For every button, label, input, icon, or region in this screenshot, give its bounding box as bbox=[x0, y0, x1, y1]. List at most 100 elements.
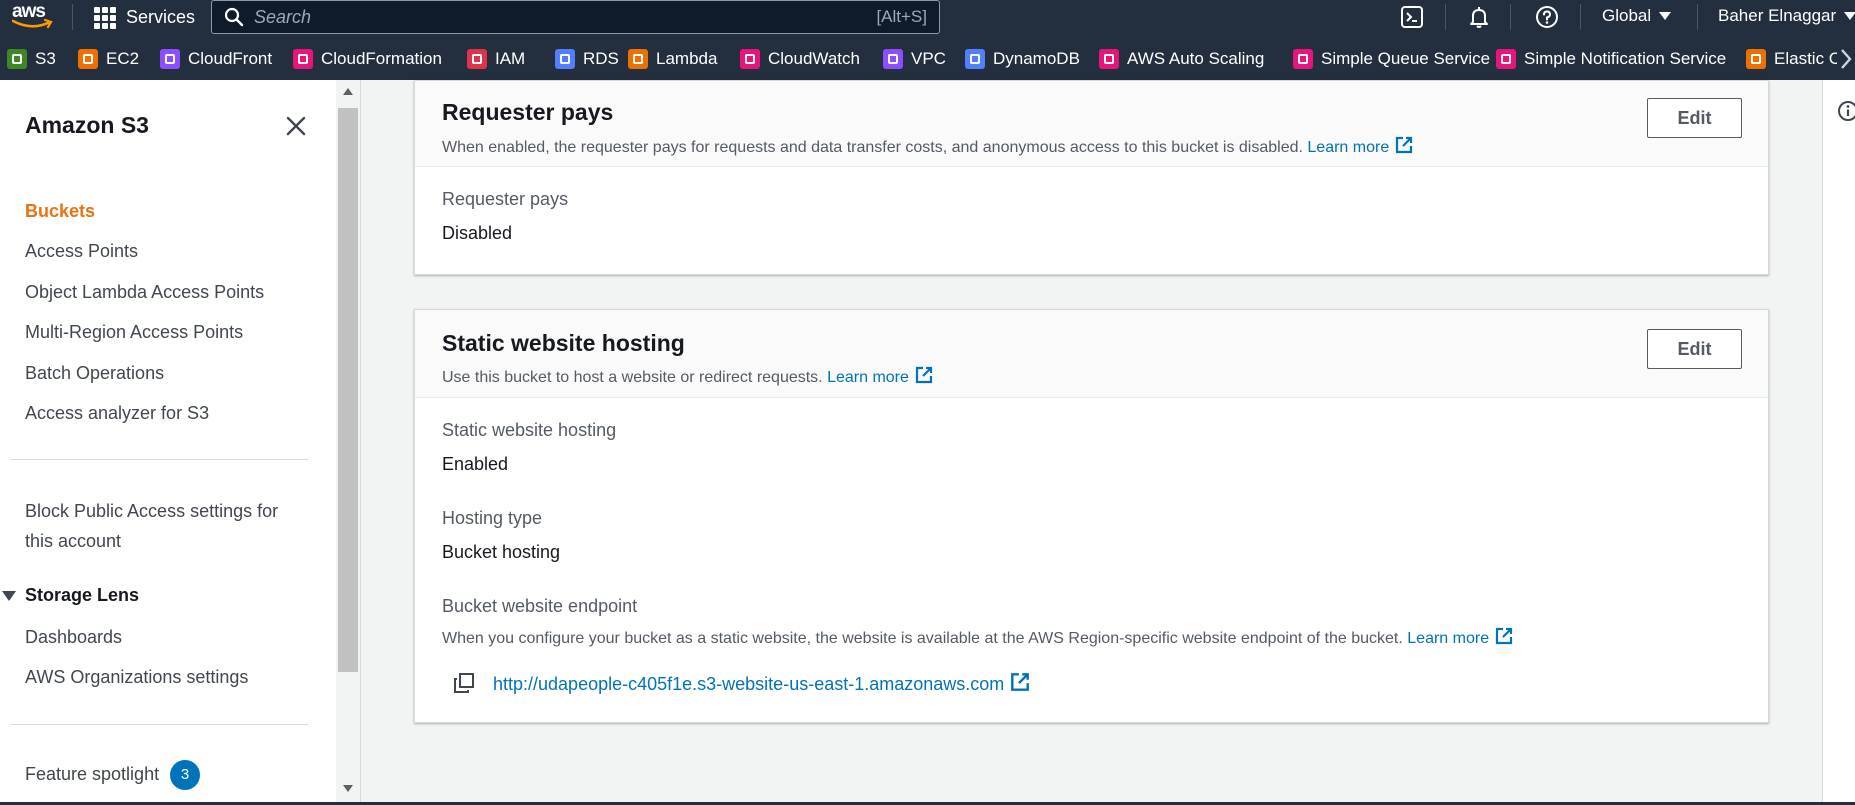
nav-divider bbox=[1445, 4, 1446, 30]
edit-requester-pays-button[interactable]: Edit bbox=[1647, 98, 1742, 138]
static-hosting-description: Use this bucket to host a website or red… bbox=[442, 365, 934, 387]
nav-divider bbox=[72, 4, 73, 30]
sidenav-item-block-public-access[interactable]: Block Public Access settings for this ac… bbox=[25, 496, 285, 556]
learn-more-link[interactable]: Learn more bbox=[1407, 627, 1514, 647]
sidenav-item-access-analyzer[interactable]: Access analyzer for S3 bbox=[25, 402, 209, 424]
favorite-lambda[interactable]: Lambda bbox=[628, 48, 717, 70]
autoscaling-icon bbox=[1099, 49, 1119, 69]
learn-more-link[interactable]: Learn more bbox=[827, 366, 934, 386]
favorite-cloudformation[interactable]: CloudFormation bbox=[293, 48, 442, 70]
favorite-label: RDS bbox=[583, 49, 619, 68]
vpc-icon bbox=[883, 49, 903, 69]
favorite-ec2[interactable]: EC2 bbox=[78, 48, 139, 70]
static-hosting-title: Static website hosting bbox=[442, 330, 685, 356]
favorite-label: Elastic C bbox=[1774, 49, 1842, 68]
services-grid-icon bbox=[94, 6, 116, 29]
notifications-bell-icon[interactable] bbox=[1465, 3, 1493, 31]
scrollbar-thumb[interactable] bbox=[338, 108, 358, 672]
sidenav-item-buckets[interactable]: Buckets bbox=[25, 200, 95, 222]
global-search[interactable]: [Alt+S] bbox=[211, 0, 940, 34]
lambda-icon bbox=[628, 49, 648, 69]
aws-logo[interactable]: aws bbox=[8, 2, 58, 30]
scroll-up-arrow-icon[interactable] bbox=[343, 88, 353, 95]
copy-icon[interactable] bbox=[452, 671, 476, 695]
description-text: When enabled, the requester pays for req… bbox=[442, 139, 1303, 156]
sidenav-item-object-lambda-access-points[interactable]: Object Lambda Access Points bbox=[25, 281, 264, 303]
requester-pays-header: Requester pays When enabled, the request… bbox=[415, 81, 1768, 167]
help-icon[interactable] bbox=[1533, 3, 1561, 31]
sidenav-item-aws-organizations-settings[interactable]: AWS Organizations settings bbox=[25, 666, 248, 688]
bucket-endpoint-label: Bucket website endpoint bbox=[442, 596, 638, 616]
elastic-icon bbox=[1746, 49, 1766, 69]
caret-down-icon bbox=[1659, 12, 1672, 20]
learn-more-link[interactable]: Learn more bbox=[1307, 136, 1414, 156]
sidenav-title: Amazon S3 bbox=[25, 112, 149, 138]
favorite-label: Simple Notification Service bbox=[1524, 49, 1727, 68]
sidenav-item-batch-operations[interactable]: Batch Operations bbox=[25, 362, 164, 384]
favorite-label: S3 bbox=[35, 49, 56, 68]
sidenav-scrollbar[interactable] bbox=[336, 80, 360, 805]
iam-icon bbox=[467, 49, 487, 69]
endpoint-url-text: http://udapeople-c405f1e.s3-website-us-e… bbox=[493, 674, 1005, 694]
sidenav-item-feature-spotlight[interactable]: Feature spotlight 3 bbox=[25, 760, 201, 790]
sidenav-item-multi-region-access-points[interactable]: Multi-Region Access Points bbox=[25, 321, 243, 343]
search-input[interactable] bbox=[254, 6, 814, 28]
favorite-label: IAM bbox=[495, 49, 526, 68]
cloudformation-icon bbox=[293, 49, 313, 69]
account-menu[interactable]: Baher Elnaggar bbox=[1718, 0, 1855, 32]
hosting-type-label: Hosting type bbox=[442, 508, 543, 528]
sidenav-item-access-points[interactable]: Access Points bbox=[25, 240, 138, 262]
sns-icon bbox=[1496, 49, 1516, 69]
nav-divider bbox=[1510, 4, 1511, 30]
storage-lens-section-toggle[interactable]: Storage Lens bbox=[0, 585, 139, 606]
favorite-rds[interactable]: RDS bbox=[555, 48, 619, 70]
external-link-icon bbox=[1011, 673, 1030, 691]
storage-lens-label: Storage Lens bbox=[25, 585, 140, 605]
favorite-vpc[interactable]: VPC bbox=[883, 48, 946, 70]
region-label: Global bbox=[1602, 6, 1652, 25]
s3-icon bbox=[7, 49, 27, 69]
side-navigation: Amazon S3 Buckets Access Points Object L… bbox=[0, 80, 336, 805]
sidenav-divider bbox=[10, 724, 308, 725]
chevron-right-icon[interactable] bbox=[1837, 47, 1855, 71]
favorite-cloudfront[interactable]: CloudFront bbox=[160, 48, 272, 70]
favorite-label: CloudFront bbox=[188, 49, 273, 68]
favorite-label: CloudWatch bbox=[768, 49, 860, 68]
favorite-cloudwatch[interactable]: CloudWatch bbox=[740, 48, 860, 70]
requester-pays-title: Requester pays bbox=[442, 99, 614, 125]
sidenav-item-dashboards[interactable]: Dashboards bbox=[25, 626, 122, 648]
cloudshell-icon[interactable] bbox=[1398, 3, 1426, 31]
static-hosting-header: Static website hosting Use this bucket t… bbox=[415, 310, 1768, 398]
favorite-iam[interactable]: IAM bbox=[467, 48, 525, 70]
description-text: Use this bucket to host a website or red… bbox=[442, 369, 823, 386]
services-label: Services bbox=[126, 7, 196, 27]
learn-more-label: Learn more bbox=[827, 369, 909, 386]
favorite-dynamodb[interactable]: DynamoDB bbox=[965, 48, 1080, 70]
sqs-icon bbox=[1293, 49, 1313, 69]
favorite-label: CloudFormation bbox=[321, 49, 442, 68]
requester-pays-field-label: Requester pays bbox=[442, 189, 569, 209]
favorite-simple-queue-service[interactable]: Simple Queue Service bbox=[1293, 48, 1490, 70]
ec2-icon bbox=[78, 49, 98, 69]
favorite-simple-notification-service[interactable]: Simple Notification Service bbox=[1496, 48, 1726, 70]
static-website-hosting-panel: Static website hosting Use this bucket t… bbox=[414, 309, 1769, 723]
top-navigation: aws Services [Alt+S] bbox=[0, 0, 1855, 35]
region-selector[interactable]: Global bbox=[1602, 0, 1672, 32]
favorite-elastic-c[interactable]: Elastic C bbox=[1746, 48, 1841, 70]
edit-static-hosting-button[interactable]: Edit bbox=[1647, 329, 1742, 369]
cloudfront-icon bbox=[160, 49, 180, 69]
external-link-icon bbox=[1396, 136, 1413, 154]
close-icon[interactable] bbox=[283, 113, 309, 139]
bucket-endpoint-url-link[interactable]: http://udapeople-c405f1e.s3-website-us-e… bbox=[493, 671, 1031, 695]
scroll-down-arrow-icon[interactable] bbox=[343, 785, 353, 792]
bucket-endpoint-row: http://udapeople-c405f1e.s3-website-us-e… bbox=[452, 671, 1031, 695]
favorite-s3[interactable]: S3 bbox=[7, 48, 56, 70]
nav-divider bbox=[1580, 4, 1581, 30]
learn-more-label: Learn more bbox=[1307, 139, 1390, 156]
services-menu-button[interactable]: Services bbox=[94, 0, 195, 35]
favorite-label: DynamoDB bbox=[993, 49, 1080, 68]
favorite-aws-auto-scaling[interactable]: AWS Auto Scaling bbox=[1099, 48, 1264, 70]
description-text: When you configure your bucket as a stat… bbox=[442, 630, 1403, 647]
info-icon[interactable] bbox=[1837, 100, 1855, 122]
cloudwatch-icon bbox=[740, 49, 760, 69]
